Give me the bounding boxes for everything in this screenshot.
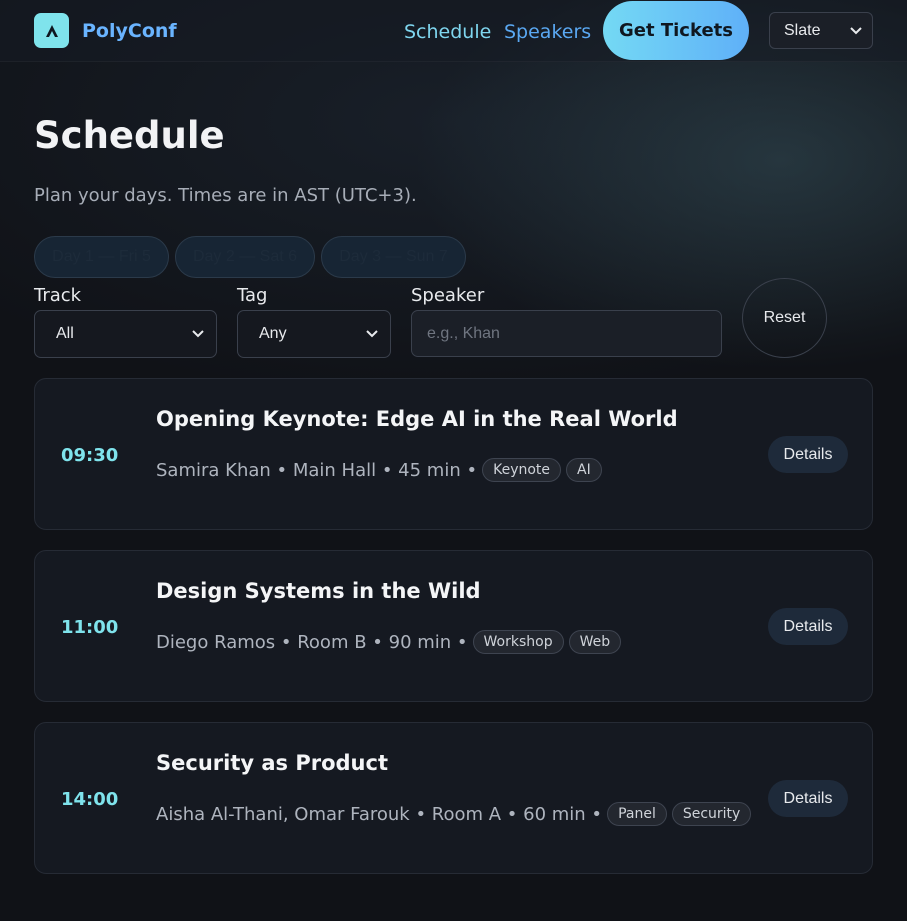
session-meta-text: Samira Khan • Main Hall • 45 min • xyxy=(156,459,478,481)
speaker-input[interactable] xyxy=(411,310,722,357)
session-card: 14:00 Security as Product Aisha Al-Thani… xyxy=(34,722,873,874)
tag-chip: Workshop xyxy=(472,630,564,654)
reset-button[interactable]: Reset xyxy=(742,278,827,358)
nav-speakers[interactable]: Speakers xyxy=(504,21,591,43)
chevron-down-icon xyxy=(192,327,204,341)
track-label: Track xyxy=(34,285,82,306)
tag-select-value: Any xyxy=(259,325,287,342)
session-meta-text: Aisha Al-Thani, Omar Farouk • Room A • 6… xyxy=(156,803,603,825)
tag-select[interactable]: Any xyxy=(237,310,391,358)
session-title: Design Systems in the Wild xyxy=(156,579,481,603)
session-card: 11:00 Design Systems in the Wild Diego R… xyxy=(34,550,873,702)
tag-chip: AI xyxy=(566,458,602,482)
session-meta: Samira Khan • Main Hall • 45 min • Keyno… xyxy=(156,458,602,482)
tag-chip: Panel xyxy=(607,802,667,826)
polyconf-logo-icon xyxy=(45,24,58,37)
theme-select-value: Slate xyxy=(784,21,821,39)
nav-schedule[interactable]: Schedule xyxy=(404,21,491,43)
chevron-down-icon xyxy=(850,24,862,38)
chevron-down-icon xyxy=(366,327,378,341)
tag-chip: Web xyxy=(568,630,622,654)
session-meta: Aisha Al-Thani, Omar Farouk • Room A • 6… xyxy=(156,802,752,826)
site-header: PolyConf Schedule Speakers Get Tickets S… xyxy=(0,0,907,62)
details-button[interactable]: Details xyxy=(768,780,848,817)
session-meta: Diego Ramos • Room B • 90 min • Workshop… xyxy=(156,630,622,654)
brand-name[interactable]: PolyConf xyxy=(82,20,177,42)
session-title: Security as Product xyxy=(156,751,388,775)
theme-select[interactable]: Slate xyxy=(769,12,873,49)
session-time: 14:00 xyxy=(61,789,119,810)
details-button[interactable]: Details xyxy=(768,436,848,473)
track-select-value: All xyxy=(56,325,74,342)
session-card: 09:30 Opening Keynote: Edge AI in the Re… xyxy=(34,378,873,530)
session-time: 11:00 xyxy=(61,617,119,638)
page-subtitle: Plan your days. Times are in AST (UTC+3)… xyxy=(34,185,417,206)
session-meta-text: Diego Ramos • Room B • 90 min • xyxy=(156,631,468,653)
tab-day-1[interactable]: Day 1 — Fri 5 xyxy=(34,236,169,278)
tag-chip: Keynote xyxy=(482,458,562,482)
tag-chip: Security xyxy=(671,802,752,826)
logo[interactable] xyxy=(34,13,69,48)
speaker-label: Speaker xyxy=(411,285,485,306)
session-title: Opening Keynote: Edge AI in the Real Wor… xyxy=(156,407,678,431)
tab-day-2[interactable]: Day 2 — Sat 6 xyxy=(175,236,315,278)
tag-label: Tag xyxy=(237,285,268,306)
tab-day-3[interactable]: Day 3 — Sun 7 xyxy=(321,236,466,278)
session-time: 09:30 xyxy=(61,445,119,466)
page-title: Schedule xyxy=(34,114,225,157)
get-tickets-button[interactable]: Get Tickets xyxy=(603,1,749,60)
details-button[interactable]: Details xyxy=(768,608,848,645)
track-select[interactable]: All xyxy=(34,310,217,358)
